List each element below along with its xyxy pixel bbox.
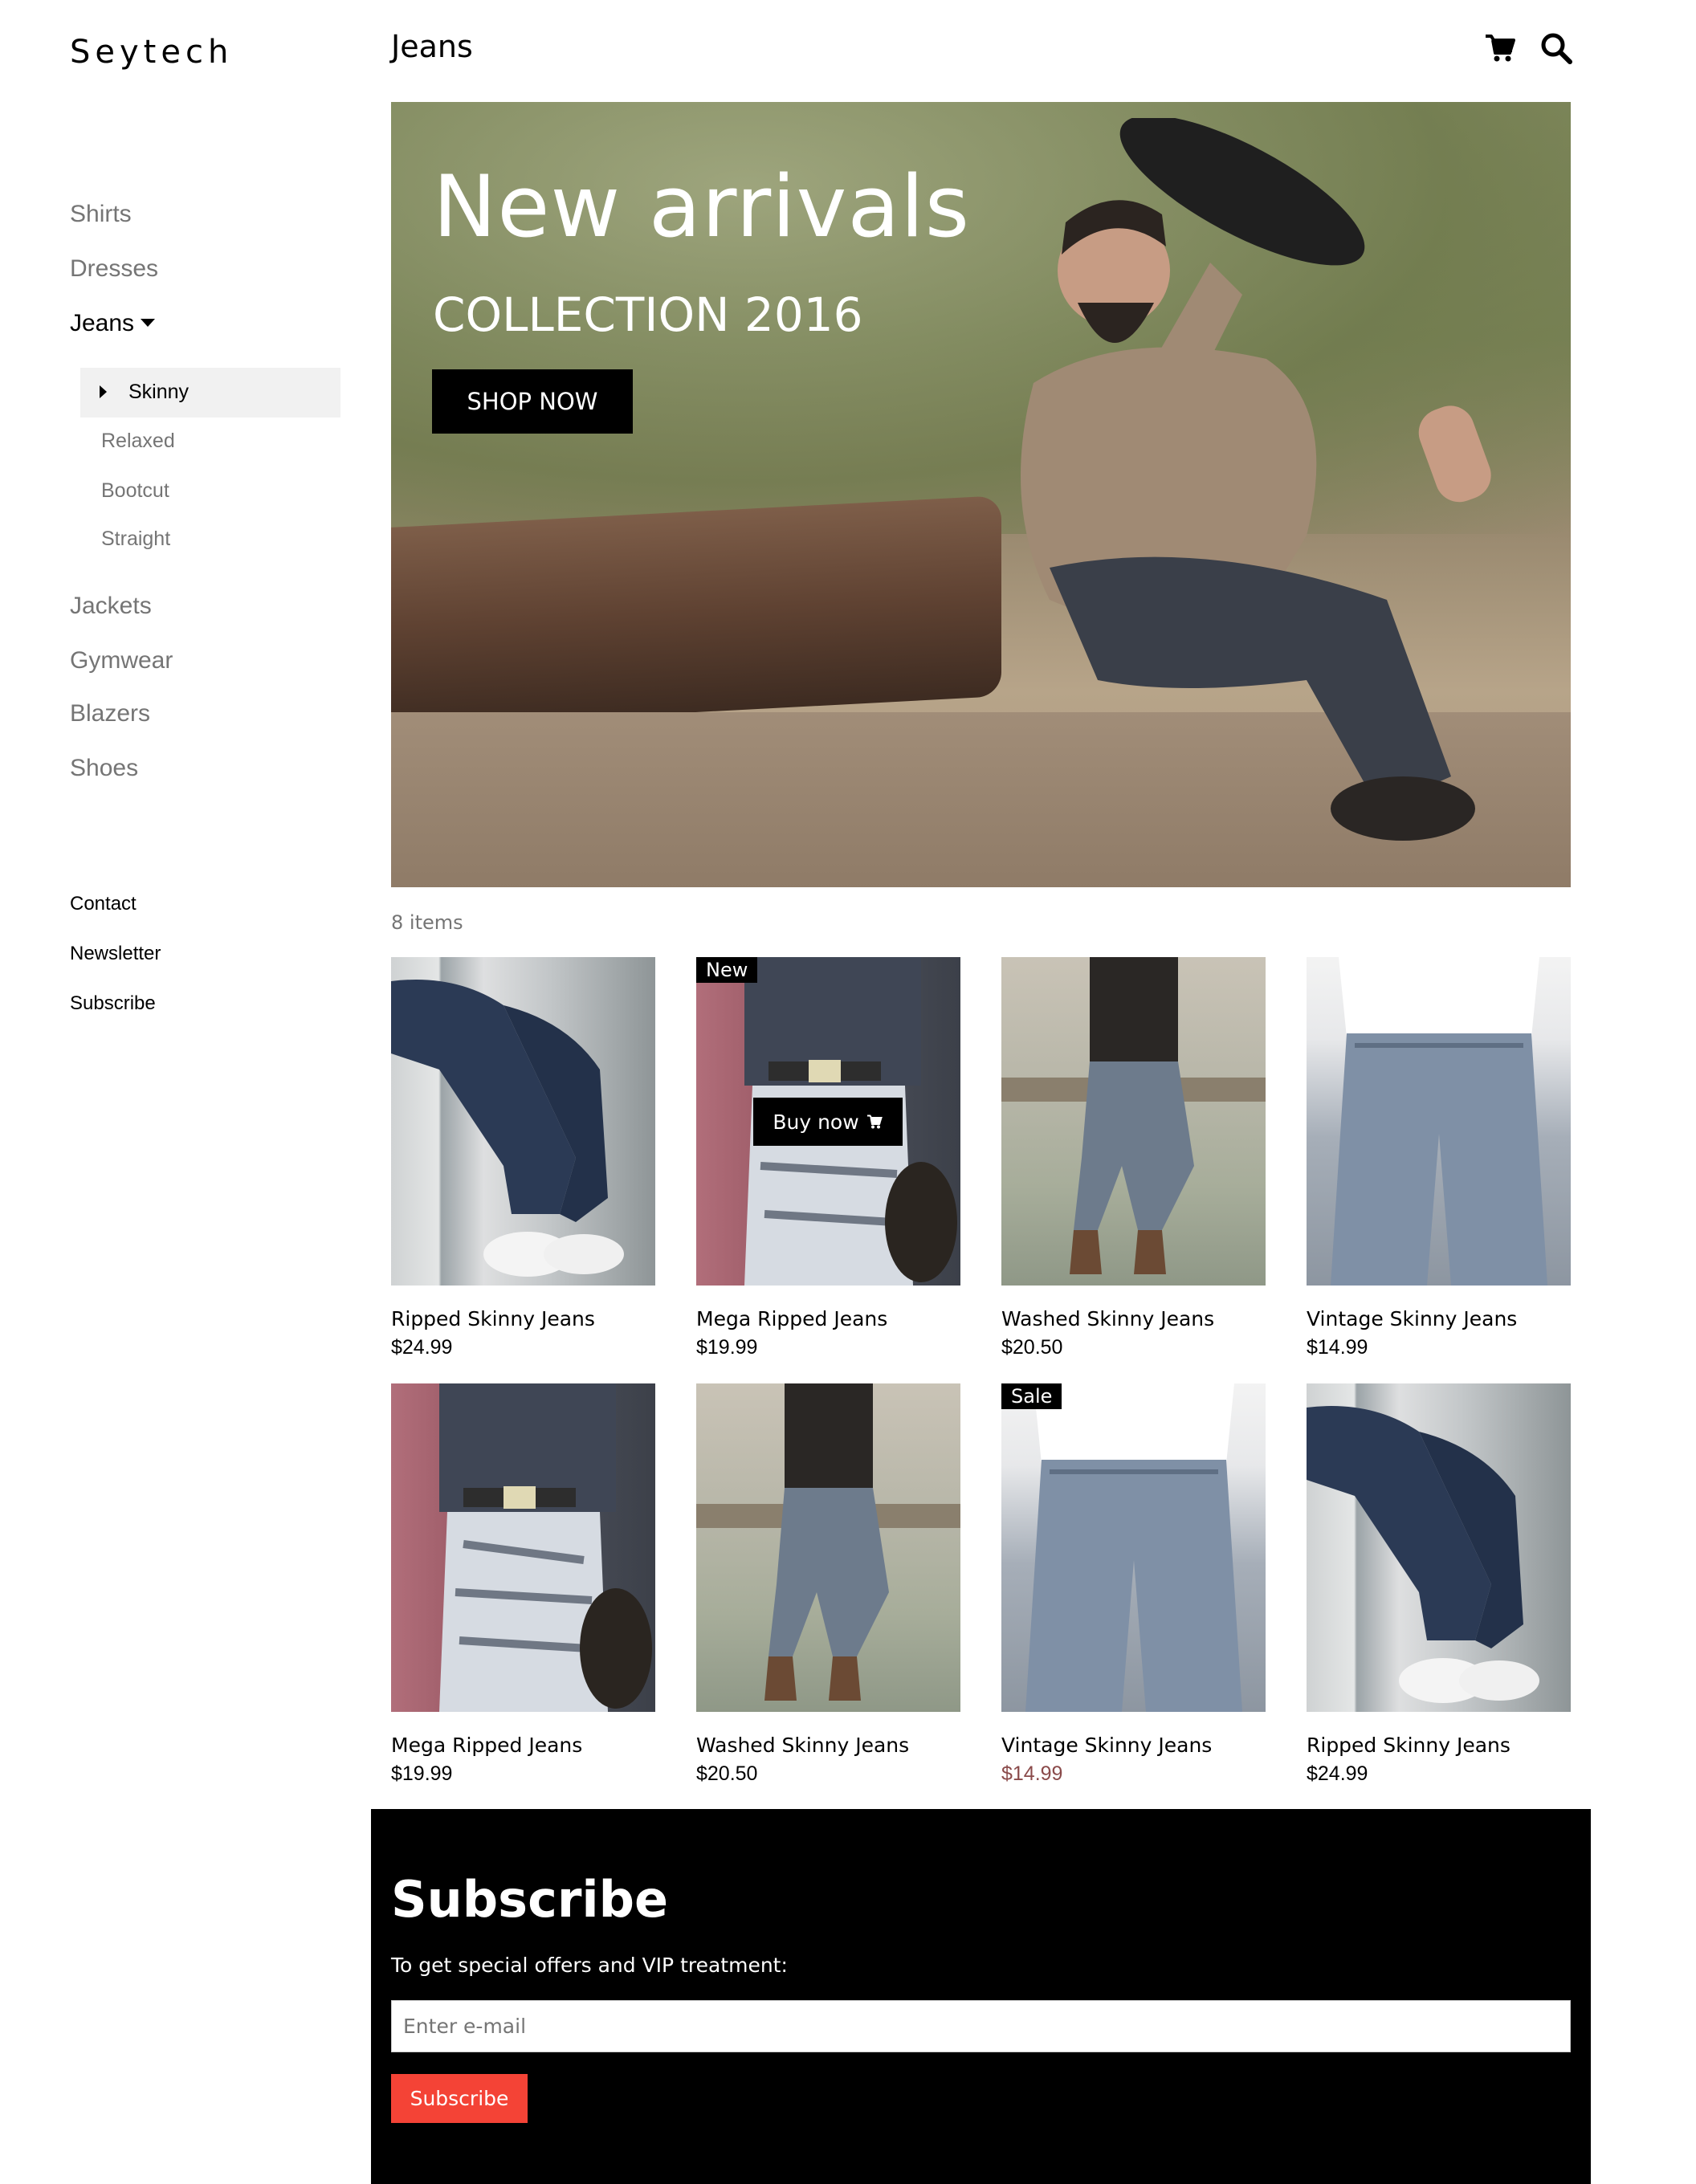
sidebar-item-gymwear[interactable]: Gymwear	[70, 647, 173, 674]
product-price: $19.99	[696, 1336, 758, 1359]
product-name[interactable]: Mega Ripped Jeans	[696, 1307, 887, 1330]
subscribe-link[interactable]: Subscribe	[70, 992, 156, 1015]
sidebar-item-dresses[interactable]: Dresses	[70, 255, 158, 283]
page-title: Jeans	[391, 29, 473, 64]
product-name[interactable]: Vintage Skinny Jeans	[1001, 1734, 1212, 1757]
product-price: $24.99	[1307, 1762, 1368, 1785]
subnav-item-bootcut[interactable]: Bootcut	[101, 479, 169, 503]
caret-down-icon	[141, 319, 156, 328]
cart-icon	[866, 1114, 883, 1129]
product-name[interactable]: Washed Skinny Jeans	[696, 1734, 909, 1757]
product-image[interactable]	[696, 1383, 960, 1712]
product-name[interactable]: Ripped Skinny Jeans	[391, 1307, 595, 1330]
product-image[interactable]: Sale	[1001, 1383, 1266, 1712]
product-price: $14.99	[1307, 1336, 1368, 1359]
product-image[interactable]	[391, 1383, 655, 1712]
subscribe-text: To get special offers and VIP treatment:	[391, 1954, 788, 1977]
search-icon[interactable]	[1540, 32, 1572, 64]
product-tag: Sale	[1001, 1383, 1062, 1409]
hero-subtitle: COLLECTION 2016	[433, 287, 863, 342]
product-tag: New	[696, 957, 758, 983]
subscribe-title: Subscribe	[391, 1870, 669, 1929]
sidebar-item-jackets[interactable]: Jackets	[70, 593, 152, 620]
product-name[interactable]: Mega Ripped Jeans	[391, 1734, 582, 1757]
hero-model-image	[1021, 118, 1491, 841]
sidebar-item-jeans[interactable]: Jeans	[70, 310, 156, 337]
subnav-item-straight[interactable]: Straight	[101, 528, 170, 551]
product-price: $20.50	[696, 1762, 758, 1785]
contact-link[interactable]: Contact	[70, 893, 137, 915]
buy-now-label: Buy now	[773, 1110, 859, 1134]
product-image[interactable]	[1307, 957, 1571, 1286]
subnav-item-skinny[interactable]: Skinny	[80, 368, 340, 418]
cart-icon[interactable]	[1484, 32, 1516, 64]
product-name[interactable]: Vintage Skinny Jeans	[1307, 1307, 1517, 1330]
subnav-item-label: Skinny	[128, 381, 190, 403]
product-image[interactable]	[1001, 957, 1266, 1286]
product-name[interactable]: Washed Skinny Jeans	[1001, 1307, 1214, 1330]
product-image[interactable]: New Buy now	[696, 957, 960, 1286]
email-input[interactable]	[391, 2000, 1571, 2052]
product-image[interactable]	[391, 957, 655, 1286]
shop-now-button[interactable]: SHOP NOW	[432, 369, 633, 434]
hero-title: New arrivals	[433, 157, 970, 256]
product-price: $19.99	[391, 1762, 453, 1785]
product-image[interactable]	[1307, 1383, 1571, 1712]
sidebar-item-label: Jeans	[70, 310, 135, 336]
item-count: 8 items	[391, 911, 463, 934]
subnav-item-relaxed[interactable]: Relaxed	[101, 430, 175, 453]
brand-logo[interactable]: Seytech	[70, 34, 233, 71]
product-price: $20.50	[1001, 1336, 1063, 1359]
sidebar-item-shirts[interactable]: Shirts	[70, 201, 132, 228]
product-price: $14.99	[1001, 1762, 1063, 1785]
sidebar-item-blazers[interactable]: Blazers	[70, 700, 150, 727]
buy-now-button[interactable]: Buy now	[753, 1098, 903, 1146]
product-price: $24.99	[391, 1336, 453, 1359]
caret-right-icon	[100, 385, 107, 398]
subscribe-section: Subscribe To get special offers and VIP …	[371, 1809, 1591, 2184]
newsletter-link[interactable]: Newsletter	[70, 943, 161, 965]
subscribe-button[interactable]: Subscribe	[391, 2074, 528, 2123]
product-name[interactable]: Ripped Skinny Jeans	[1307, 1734, 1510, 1757]
sidebar-item-shoes[interactable]: Shoes	[70, 755, 138, 782]
hero-log	[391, 495, 1001, 728]
